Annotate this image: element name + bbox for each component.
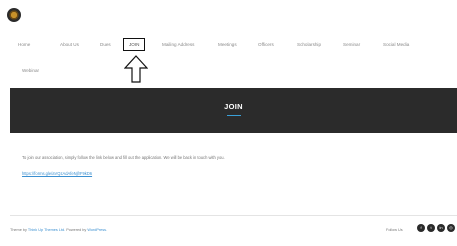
nav-meetings[interactable]: Meetings <box>218 42 237 47</box>
nav-home[interactable]: Home <box>18 42 30 47</box>
title-underline <box>226 115 241 117</box>
nav-seminar[interactable]: Seminar <box>343 42 360 47</box>
nav-scholarship[interactable]: Scholarship <box>297 42 321 47</box>
instagram-icon[interactable]: ◎ <box>447 224 455 232</box>
main-nav: Home About Us Dues JOIN Mailing Address … <box>0 38 457 88</box>
footer-credit: Theme by Think Up Themes Ltd. Powered by… <box>10 228 107 232</box>
nav-join[interactable]: JOIN <box>123 38 146 51</box>
page-title: JOIN <box>224 102 243 111</box>
join-instructions: To join our association, simply follow t… <box>22 155 225 160</box>
nav-mailing-address[interactable]: Mailing Address <box>162 42 194 47</box>
page-content: To join our association, simply follow t… <box>10 133 457 213</box>
nav-dues[interactable]: Dues <box>100 42 111 47</box>
linkedin-icon[interactable]: in <box>437 224 445 232</box>
twitter-icon[interactable]: t <box>427 224 435 232</box>
page-header: JOIN <box>10 88 457 133</box>
nav-webinar[interactable]: Webinar <box>22 68 39 73</box>
powered-prefix: Powered by <box>66 228 87 232</box>
nav-officers[interactable]: Officers <box>258 42 274 47</box>
follow-us-label: Follow Us <box>386 228 403 232</box>
site-footer: Theme by Think Up Themes Ltd. Powered by… <box>0 216 457 246</box>
pointer-arrow-icon <box>124 55 148 83</box>
wordpress-link[interactable]: WordPress. <box>87 228 107 232</box>
theme-prefix: Theme by <box>10 228 27 232</box>
site-logo[interactable] <box>7 8 21 22</box>
facebook-icon[interactable]: f <box>417 224 425 232</box>
application-form-link[interactable]: https://forms.gle/aVQzAdAfeNjfrF9kD6 <box>22 171 92 176</box>
nav-about-us[interactable]: About Us <box>60 42 79 47</box>
theme-author-link[interactable]: Think Up Themes Ltd. <box>28 228 65 232</box>
nav-social-media[interactable]: Social Media <box>383 42 409 47</box>
